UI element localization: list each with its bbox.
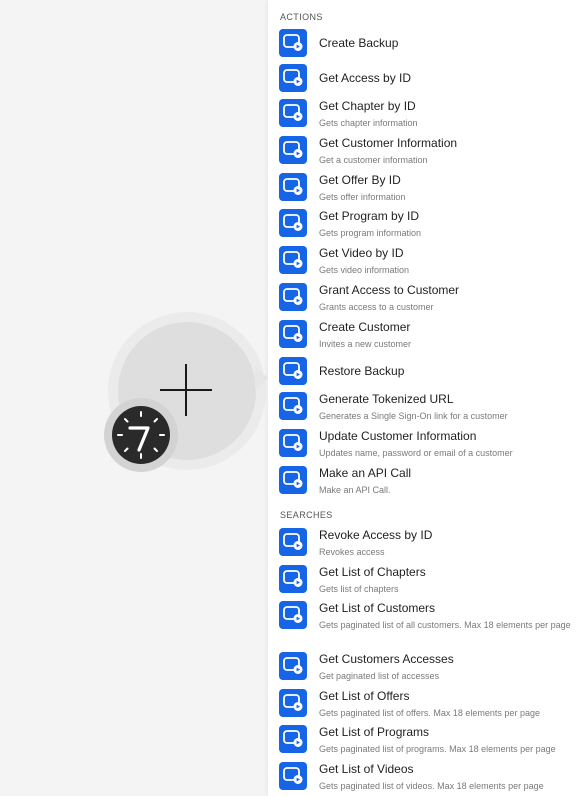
module-title: Revoke Access by ID [319, 528, 433, 542]
module-description: Gets paginated list of videos. Max 18 el… [319, 781, 544, 791]
module-app-icon [279, 652, 307, 680]
module-title: Make an API Call [319, 466, 412, 480]
module-title: Get Chapter by ID [319, 99, 416, 113]
module-title: Get List of Chapters [319, 565, 426, 579]
module-title: Get Program by ID [319, 209, 420, 223]
module-description: Gets paginated list of all customers. Ma… [319, 620, 571, 630]
module-picker-panel: ACTIONS Create Backup Get Access by ID Get… [268, 0, 586, 796]
module-description: Gets offer information [319, 192, 406, 202]
module-app-icon [279, 209, 307, 237]
module-description: Generates a Single Sign-On link for a cu… [319, 411, 508, 421]
module-title: Restore Backup [319, 364, 405, 378]
module-app-icon [279, 565, 307, 593]
module-title: Create Backup [319, 36, 399, 50]
module-app-icon [279, 429, 307, 457]
module-app-icon [279, 320, 307, 348]
module-title: Get Offer By ID [319, 173, 401, 187]
module-title: Get List of Programs [319, 725, 430, 739]
module-title: Get Video by ID [319, 246, 404, 260]
module-description: Revokes access [319, 547, 385, 557]
module-app-icon [279, 601, 307, 629]
module-app-icon [279, 64, 307, 92]
module-description: Gets paginated list of programs. Max 18 … [319, 744, 556, 754]
scenario-canvas [0, 0, 268, 796]
module-description: Make an API Call. [319, 485, 391, 495]
module-description: Gets chapter information [319, 118, 418, 128]
module-title: Get Customer Information [319, 136, 458, 150]
module-app-icon [279, 173, 307, 201]
module-app-icon [279, 246, 307, 274]
module-description: Gets program information [319, 228, 422, 238]
module-title: Get List of Customers [319, 601, 436, 615]
module-app-icon [279, 466, 307, 494]
node-pointer-arrow [255, 366, 268, 390]
module-app-icon [279, 29, 307, 57]
module-description: Grants access to a customer [319, 302, 434, 312]
module-title: Generate Tokenized URL [319, 392, 454, 406]
module-app-icon [279, 762, 307, 790]
section-header-actions: ACTIONS [280, 12, 323, 22]
module-app-icon [279, 283, 307, 311]
module-app-icon [279, 689, 307, 717]
module-app-icon [279, 136, 307, 164]
module-title: Get List of Videos [319, 762, 414, 776]
module-app-icon [279, 528, 307, 556]
module-description: Updates name, password or email of a cus… [319, 448, 513, 458]
module-title: Get Access by ID [319, 71, 412, 85]
module-title: Grant Access to Customer [319, 283, 460, 297]
module-title: Create Customer [319, 320, 411, 334]
module-app-icon [279, 357, 307, 385]
module-description: Gets list of chapters [319, 584, 399, 594]
module-title: Get Customers Accesses [319, 652, 454, 666]
module-app-icon [279, 725, 307, 753]
module-app-icon [279, 99, 307, 127]
module-title: Get List of Offers [319, 689, 410, 703]
module-description: Get paginated list of accesses [319, 671, 440, 681]
module-description: Gets paginated list of offers. Max 18 el… [319, 708, 540, 718]
module-description: Invites a new customer [319, 339, 412, 349]
module-app-icon [279, 392, 307, 420]
clock-logo-icon [112, 406, 170, 464]
section-header-searches: SEARCHES [280, 510, 333, 520]
module-title: Update Customer Information [319, 429, 477, 443]
module-description: Gets video information [319, 265, 410, 275]
module-description: Get a customer information [319, 155, 428, 165]
